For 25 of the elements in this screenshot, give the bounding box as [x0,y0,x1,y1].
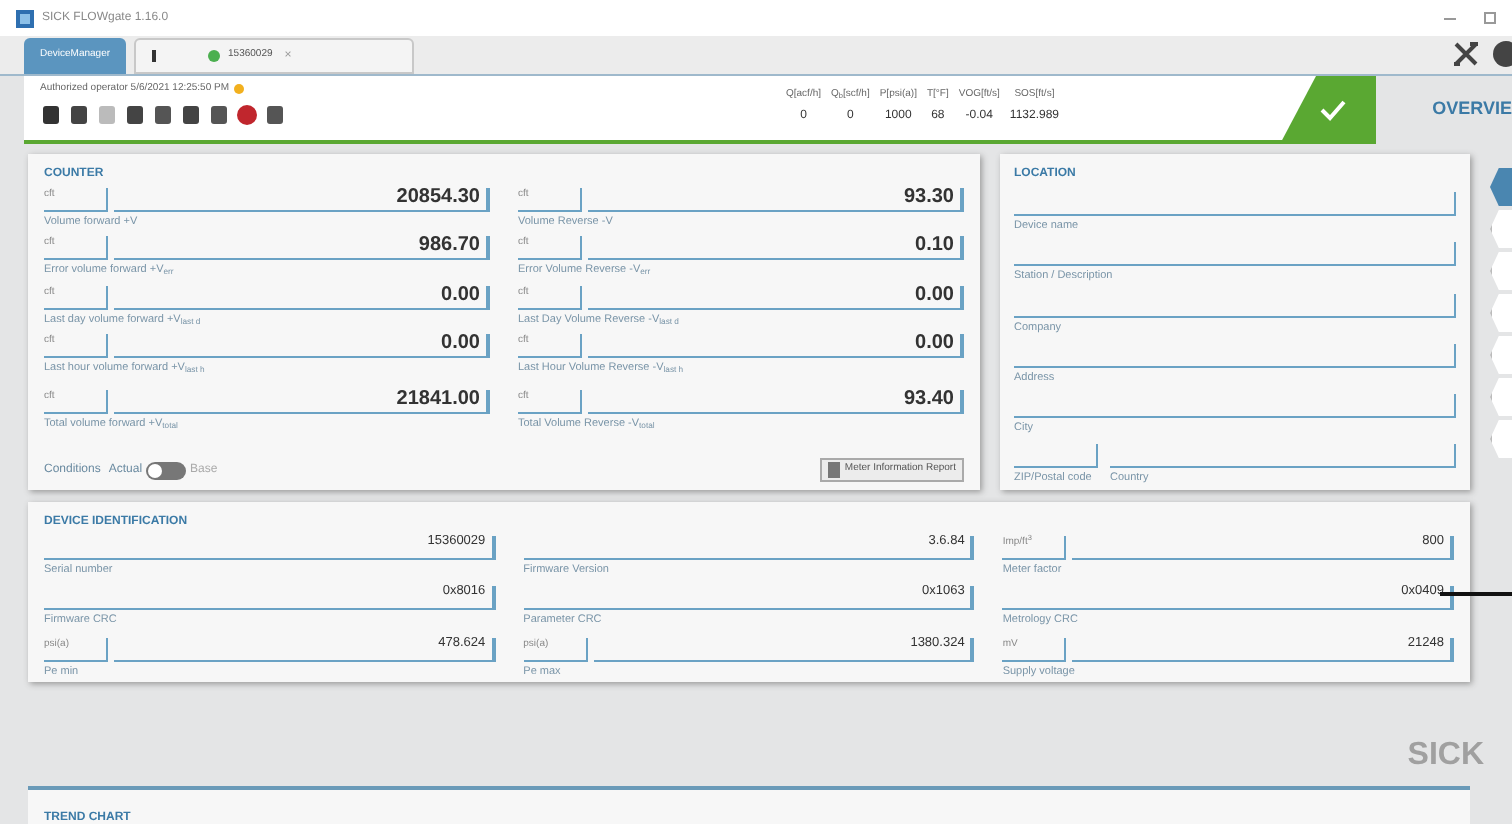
value-field: 20854.30 [114,188,490,212]
input-field[interactable] [1014,343,1456,368]
value-field: 0.00 [114,333,490,358]
value-field: 21841.00 [114,390,490,414]
value-field: 93.40 [588,390,964,414]
maximize-icon[interactable] [1484,12,1496,24]
value-field: 0.10 [588,236,964,261]
value-field: 986.70 [114,236,490,261]
input-field[interactable] [1014,293,1456,317]
leader-line [1440,592,1512,595]
input-field[interactable] [1014,444,1098,469]
value-field: 93.30 [588,188,964,212]
input-field[interactable] [1014,394,1456,418]
logo-text: SICK [1407,740,1484,772]
view-title: OVERVIE [1432,96,1512,123]
input-field[interactable] [1110,444,1456,469]
value-field: 0.00 [588,285,964,309]
conditions-toggle[interactable] [146,461,187,479]
input-field[interactable] [1014,242,1456,267]
navigation-tab[interactable] [1490,168,1512,206]
value-field: 0.00 [114,285,490,309]
value-field: 0.00 [588,333,964,358]
app-icon [16,9,34,27]
minimize-icon[interactable] [1444,17,1456,19]
input-field[interactable] [1014,192,1456,216]
